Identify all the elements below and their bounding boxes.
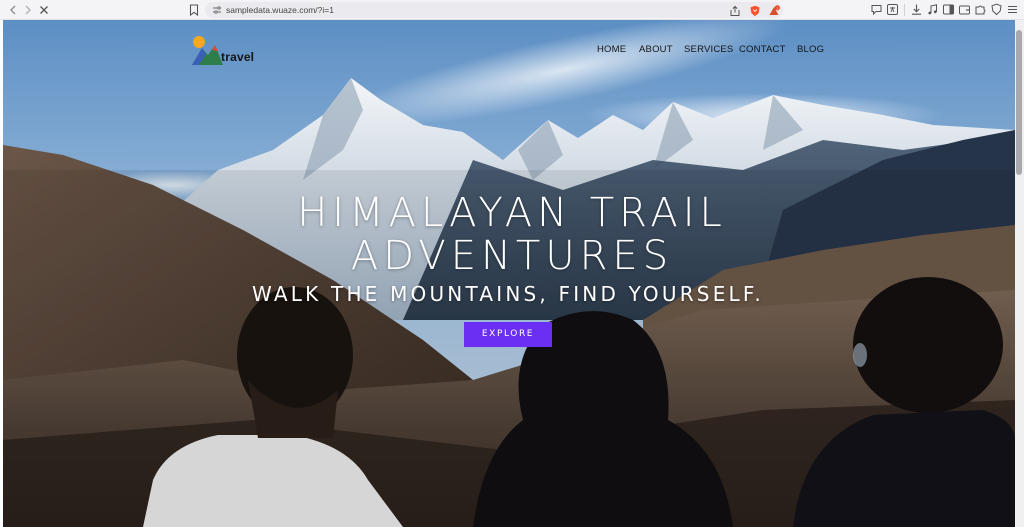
main-menu-button[interactable] [1006, 3, 1019, 16]
scrollbar-thumb[interactable] [1016, 30, 1022, 175]
music-note-icon [928, 4, 937, 15]
brave-rewards-icon: 1 [769, 5, 780, 15]
stop-button[interactable] [37, 3, 51, 17]
url-text[interactable]: sampledata.wuaze.com/?i=1 [226, 4, 334, 16]
hero-tagline: WALK THE MOUNTAINS, FIND YOURSELF. [252, 282, 764, 306]
media-button[interactable] [926, 3, 939, 16]
brave-shields-button[interactable] [749, 4, 761, 17]
bookmark-button[interactable] [188, 3, 200, 17]
translate-icon [887, 4, 898, 15]
logo-text[interactable]: travel [221, 50, 254, 64]
address-bar[interactable]: sampledata.wuaze.com/?i=1 1 [205, 2, 783, 18]
extensions-button[interactable] [974, 3, 987, 16]
puzzle-icon [975, 5, 986, 15]
close-icon [40, 6, 48, 14]
nav-item-contact[interactable]: CONTACT [739, 44, 786, 55]
site-info-icon[interactable] [212, 5, 222, 17]
chat-icon [871, 5, 882, 16]
chevron-right-icon [25, 5, 31, 15]
bookmark-icon [189, 4, 199, 17]
share-button[interactable] [729, 4, 741, 16]
chevron-left-icon [10, 5, 16, 15]
nav-item-blog[interactable]: BLOG [797, 44, 824, 55]
brave-rewards-button[interactable]: 1 [768, 4, 780, 16]
nav-item-services[interactable]: SERVICES [684, 44, 733, 55]
sidebar-button[interactable] [942, 3, 955, 16]
hamburger-menu-icon [1008, 5, 1017, 14]
wallet-button[interactable] [958, 3, 971, 16]
browser-toolbar: sampledata.wuaze.com/?i=1 1 [0, 0, 1024, 20]
nav-item-home[interactable]: HOME [597, 44, 626, 55]
translate-button[interactable] [886, 3, 899, 16]
leo-ai-button[interactable] [870, 3, 883, 16]
explore-button[interactable]: EXPLORE [464, 322, 552, 347]
nav-item-about[interactable]: ABOUT [639, 44, 673, 55]
brave-shields-icon [750, 5, 760, 17]
sidebar-icon [943, 4, 954, 15]
download-icon [912, 4, 921, 15]
downloads-button[interactable] [910, 3, 923, 16]
back-button[interactable] [6, 3, 20, 17]
hero-title-line-2: ADVENTURES [350, 233, 674, 279]
forward-button[interactable] [21, 3, 35, 17]
hero-title-line-1: HIMALAYAN TRAIL [297, 190, 727, 236]
vpn-button[interactable] [990, 3, 1003, 16]
shield-icon [991, 3, 1002, 16]
toolbar-divider [904, 4, 905, 16]
share-icon [730, 5, 740, 16]
wallet-icon [959, 5, 970, 15]
